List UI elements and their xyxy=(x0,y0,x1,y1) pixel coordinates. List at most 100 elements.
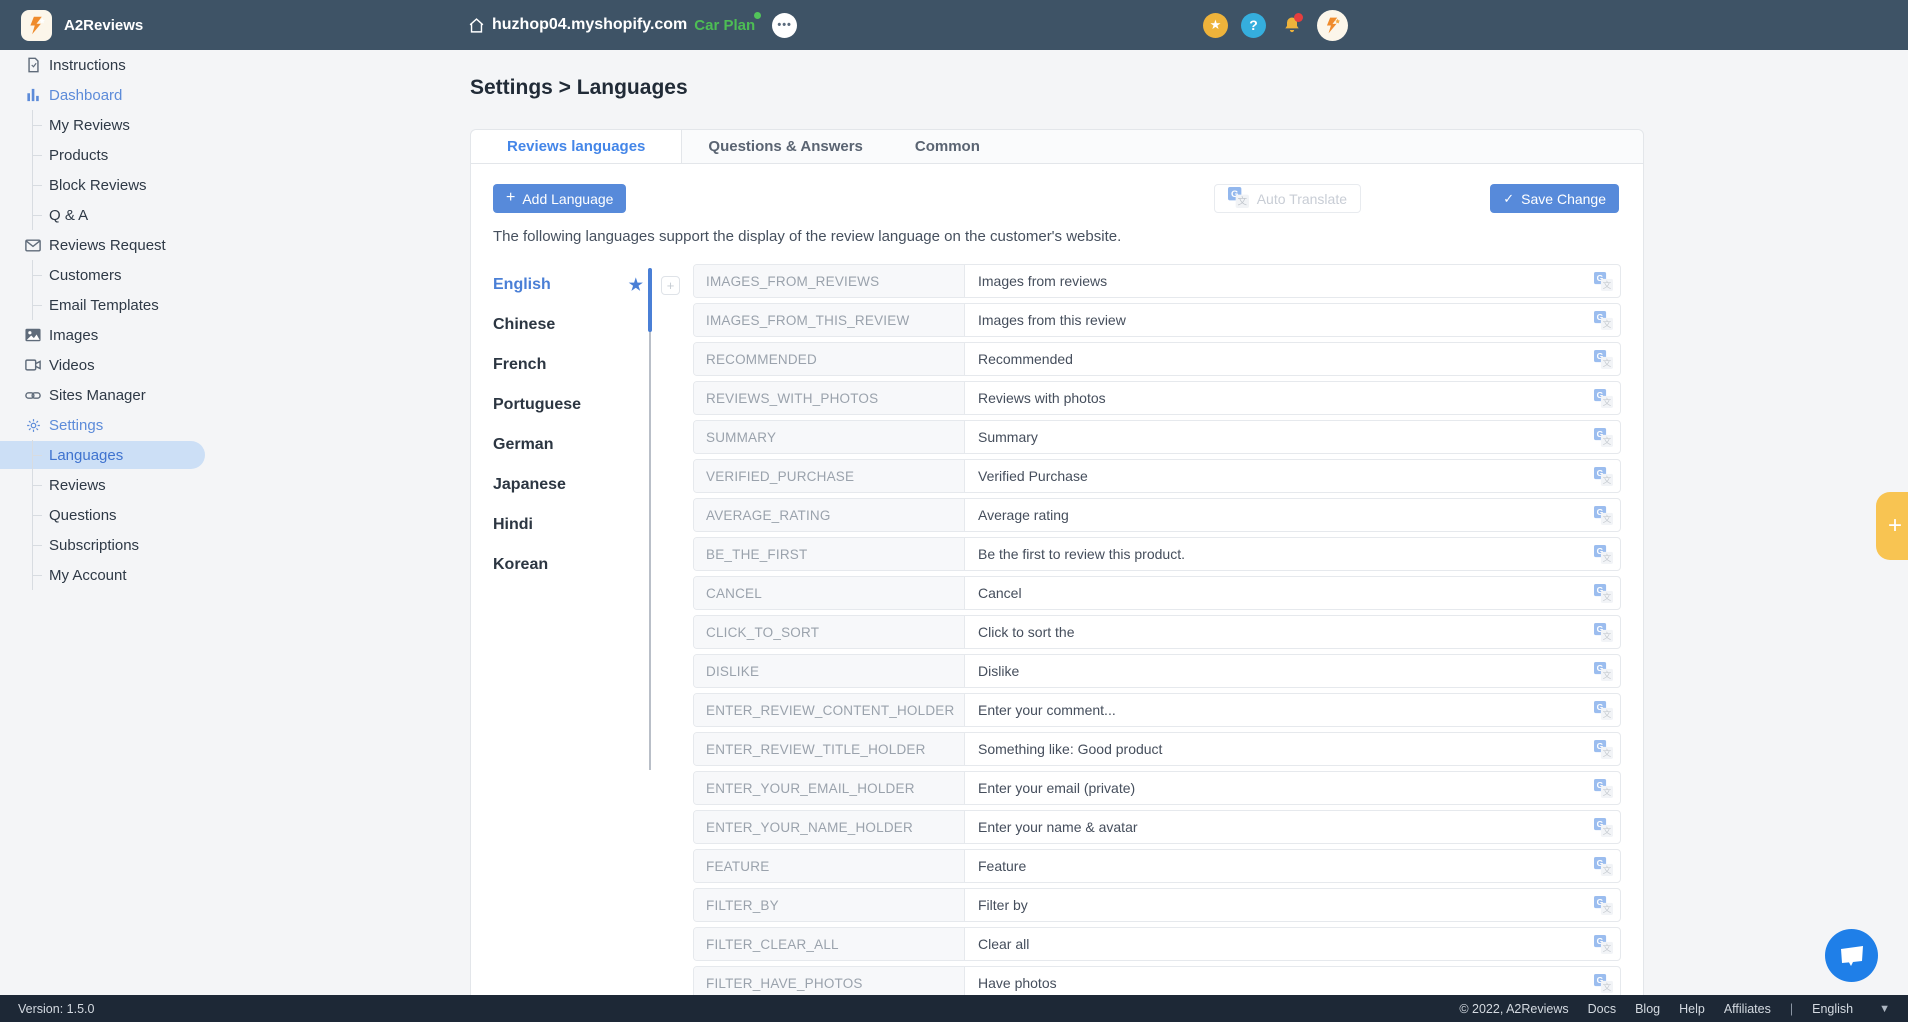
sidebar-item-settings[interactable]: Settings xyxy=(0,410,230,440)
language-item-english[interactable]: English★ xyxy=(493,265,643,305)
sidebar-item-q-a[interactable]: Q & A xyxy=(0,200,230,230)
quick-add-tab[interactable]: + xyxy=(1876,492,1908,560)
sidebar-item-email-templates[interactable]: Email Templates xyxy=(0,290,230,320)
svg-text:文: 文 xyxy=(1603,902,1612,913)
sidebar-item-dashboard[interactable]: Dashboard xyxy=(0,80,230,110)
translate-row-button[interactable]: G文 xyxy=(1594,772,1620,804)
translation-value-input[interactable]: Be the first to review this product. xyxy=(965,538,1594,570)
footer-link-help[interactable]: Help xyxy=(1679,1002,1705,1016)
translate-row-button[interactable]: G文 xyxy=(1594,655,1620,687)
language-name: Portuguese xyxy=(493,396,581,414)
translation-value-input[interactable]: Summary xyxy=(965,421,1594,453)
language-name: Chinese xyxy=(493,316,555,334)
translation-value-input[interactable]: Clear all xyxy=(965,928,1594,960)
sidebar-item-instructions[interactable]: Instructions xyxy=(0,50,230,80)
translation-row: RECOMMENDEDRecommendedG文 xyxy=(693,342,1621,376)
language-item-hindi[interactable]: Hindi xyxy=(493,505,643,545)
link-icon xyxy=(24,389,42,402)
language-item-french[interactable]: French xyxy=(493,345,643,385)
translate-row-button[interactable]: G文 xyxy=(1594,811,1620,843)
sidebar-item-images[interactable]: Images xyxy=(0,320,230,350)
translate-row-button[interactable]: G文 xyxy=(1594,850,1620,882)
translate-row-button[interactable]: G文 xyxy=(1594,304,1620,336)
save-change-button[interactable]: ✓ Save Change xyxy=(1490,184,1619,213)
sidebar-item-sites-manager[interactable]: Sites Manager xyxy=(0,380,230,410)
translation-row: FILTER_BYFilter byG文 xyxy=(693,888,1621,922)
sidebar-item-subscriptions[interactable]: Subscriptions xyxy=(0,530,230,560)
language-item-portuguese[interactable]: Portuguese xyxy=(493,385,643,425)
footer-language-selector[interactable]: English ▼ xyxy=(1812,1002,1890,1016)
translate-row-button[interactable]: G文 xyxy=(1594,499,1620,531)
sidebar-item-questions[interactable]: Questions xyxy=(0,500,230,530)
footer-link-blog[interactable]: Blog xyxy=(1635,1002,1660,1016)
translate-row-button[interactable]: G文 xyxy=(1594,421,1620,453)
translation-value-input[interactable]: Feature xyxy=(965,850,1594,882)
scrollbar-thumb[interactable] xyxy=(648,268,652,332)
translation-value-input[interactable]: Average rating xyxy=(965,499,1594,531)
translation-value-input[interactable]: Enter your name & avatar xyxy=(965,811,1594,843)
avatar[interactable] xyxy=(1317,10,1348,41)
translation-row: FILTER_CLEAR_ALLClear allG文 xyxy=(693,927,1621,961)
auto-translate-button[interactable]: G文 Auto Translate xyxy=(1214,184,1361,213)
footer-link-docs[interactable]: Docs xyxy=(1588,1002,1616,1016)
translation-value-input[interactable]: Filter by xyxy=(965,889,1594,921)
translation-value-input[interactable]: Enter your email (private) xyxy=(965,772,1594,804)
language-item-chinese[interactable]: Chinese xyxy=(493,305,643,345)
translation-value-input[interactable]: Cancel xyxy=(965,577,1594,609)
svg-text:文: 文 xyxy=(1603,746,1612,757)
chat-widget-button[interactable] xyxy=(1825,929,1878,982)
translate-row-button[interactable]: G文 xyxy=(1594,694,1620,726)
translation-value-input[interactable]: Something like: Good product xyxy=(965,733,1594,765)
sidebar-item-reviews-request[interactable]: Reviews Request xyxy=(0,230,230,260)
sidebar-item-languages[interactable]: Languages xyxy=(0,440,230,470)
svg-text:文: 文 xyxy=(1603,434,1612,445)
sidebar-item-my-account[interactable]: My Account xyxy=(0,560,230,590)
sidebar-item-block-reviews[interactable]: Block Reviews xyxy=(0,170,230,200)
rate-star-icon[interactable]: ★ xyxy=(1203,13,1228,38)
translate-row-button[interactable]: G文 xyxy=(1594,928,1620,960)
collapse-language-panel-button[interactable]: + xyxy=(661,276,680,295)
language-item-korean[interactable]: Korean xyxy=(493,545,643,585)
translate-row-button[interactable]: G文 xyxy=(1594,538,1620,570)
sidebar-item-products[interactable]: Products xyxy=(0,140,230,170)
more-options-button[interactable]: ••• xyxy=(772,13,797,38)
tab-reviews-languages[interactable]: Reviews languages xyxy=(471,130,682,163)
translate-row-button[interactable]: G文 xyxy=(1594,577,1620,609)
language-item-japanese[interactable]: Japanese xyxy=(493,465,643,505)
sidebar-item-videos[interactable]: Videos xyxy=(0,350,230,380)
translation-value-input[interactable]: Dislike xyxy=(965,655,1594,687)
translate-row-button[interactable]: G文 xyxy=(1594,265,1620,297)
sidebar-item-my-reviews[interactable]: My Reviews xyxy=(0,110,230,140)
translate-row-button[interactable]: G文 xyxy=(1594,889,1620,921)
footer-link-affiliates[interactable]: Affiliates xyxy=(1724,1002,1771,1016)
translation-value-input[interactable]: Images from reviews xyxy=(965,265,1594,297)
translation-value-input[interactable]: Enter your comment... xyxy=(965,694,1594,726)
translation-key: IMAGES_FROM_THIS_REVIEW xyxy=(694,304,965,336)
translation-value-input[interactable]: Click to sort the xyxy=(965,616,1594,648)
copyright: © 2022, A2Reviews xyxy=(1459,1002,1568,1016)
translate-row-button[interactable]: G文 xyxy=(1594,616,1620,648)
translate-row-button[interactable]: G文 xyxy=(1594,460,1620,492)
translate-row-button[interactable]: G文 xyxy=(1594,733,1620,765)
plan-badge: Car Plan xyxy=(694,17,755,34)
translate-row-button[interactable]: G文 xyxy=(1594,382,1620,414)
sidebar-item-reviews[interactable]: Reviews xyxy=(0,470,230,500)
translate-row-button[interactable]: G文 xyxy=(1594,343,1620,375)
svg-text:文: 文 xyxy=(1603,473,1612,484)
sidebar-item-label: Settings xyxy=(49,417,103,434)
translation-value-input[interactable]: Recommended xyxy=(965,343,1594,375)
translation-value-input[interactable]: Reviews with photos xyxy=(965,382,1594,414)
bell-icon[interactable] xyxy=(1279,13,1304,38)
translation-value-input[interactable]: Images from this review xyxy=(965,304,1594,336)
sidebar-item-customers[interactable]: Customers xyxy=(0,260,230,290)
language-table-scrollbar[interactable] xyxy=(649,268,651,770)
tab-questions-answers[interactable]: Questions & Answers xyxy=(682,130,888,163)
add-language-button[interactable]: + Add Language xyxy=(493,184,626,213)
language-item-german[interactable]: German xyxy=(493,425,643,465)
sidebar-item-label: Customers xyxy=(49,267,122,284)
help-icon[interactable]: ? xyxy=(1241,13,1266,38)
sidebar-item-label: Block Reviews xyxy=(49,177,147,194)
tab-common[interactable]: Common xyxy=(889,130,1006,163)
plus-icon: + xyxy=(1888,512,1902,540)
translation-value-input[interactable]: Verified Purchase xyxy=(965,460,1594,492)
